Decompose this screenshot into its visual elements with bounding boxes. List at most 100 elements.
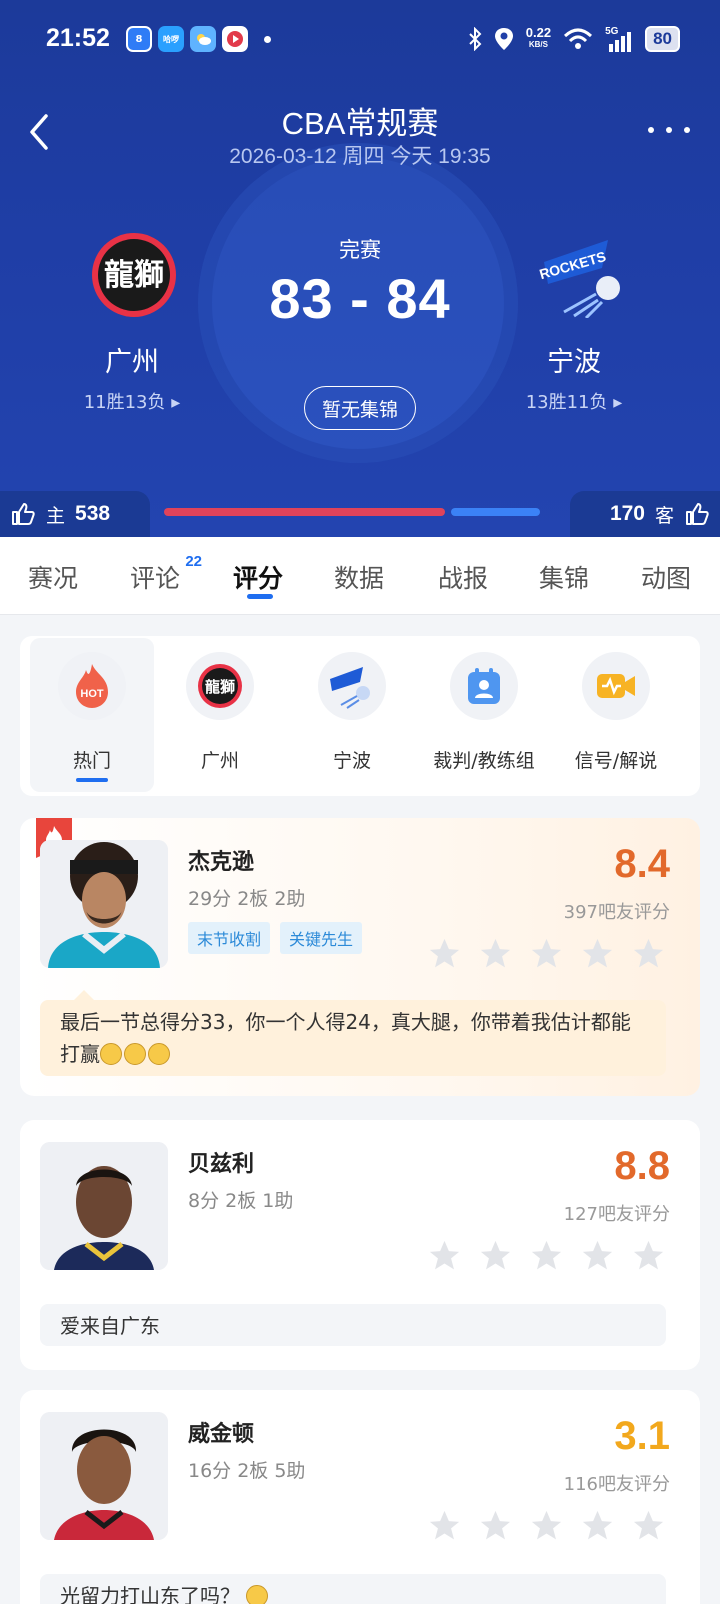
- game-date: 2026-03-12 周四 今天 19:35: [229, 145, 491, 168]
- home-vote-bar: [164, 508, 445, 516]
- status-bar: 21:52 8 哈啰 0.22 KB/S 5G 80: [0, 0, 720, 80]
- player-name: 杰克逊: [188, 850, 255, 875]
- hot-icon: HOT: [58, 652, 126, 720]
- tab-report[interactable]: 战报: [438, 559, 488, 595]
- crying-emoji-icon: [124, 1043, 146, 1065]
- home-like-count: 538: [75, 502, 111, 525]
- more-options-icon[interactable]: [648, 115, 690, 145]
- svg-text:龍獅: 龍獅: [205, 678, 235, 696]
- active-filter-indicator: [76, 778, 108, 782]
- smile-emoji-icon: [246, 1585, 268, 1604]
- star-icon[interactable]: [580, 936, 615, 971]
- hello-app-icon: 哈啰: [158, 26, 184, 52]
- bluetooth-icon: [469, 27, 482, 51]
- broadcast-icon: [582, 652, 650, 720]
- tab-comments[interactable]: 评论 22: [130, 553, 202, 595]
- wifi-icon: [564, 28, 593, 49]
- tab-bar: 赛况 评论 22 评分 数据 战报 集锦 动图: [0, 537, 720, 615]
- player-avatar[interactable]: [40, 840, 168, 968]
- player-avatar[interactable]: [40, 1412, 168, 1540]
- player-avatar[interactable]: [40, 1142, 168, 1270]
- player-rating-card[interactable]: 杰克逊 29分 2板 2助 末节收割 关键先生 8.4 397吧友评分 最后一节…: [20, 818, 700, 1096]
- star-icon[interactable]: [580, 1238, 615, 1273]
- video-app-icon: [222, 26, 248, 52]
- star-icon[interactable]: [427, 1238, 462, 1273]
- ningbo-logo-icon: [318, 652, 386, 720]
- top-comment[interactable]: 光留力打山东了吗？: [40, 1574, 666, 1604]
- away-like-label: 客: [654, 504, 674, 527]
- top-comment[interactable]: 最后一节总得分33，你一个人得24，真大腿，你带着我估计都能打赢: [40, 1000, 666, 1076]
- star-rating-input[interactable]: [427, 1508, 666, 1543]
- top-comment[interactable]: 爱来自广东: [40, 1304, 666, 1346]
- player-rating-card[interactable]: 威金顿 16分 2板 5助 3.1 116吧友评分 光留力打山东了吗？: [20, 1390, 700, 1604]
- player-name: 贝兹利: [188, 1152, 255, 1177]
- player-name: 威金顿: [188, 1422, 255, 1447]
- away-team-name[interactable]: 宁波: [494, 340, 654, 379]
- tab-stats[interactable]: 数据: [334, 559, 384, 595]
- away-like-button[interactable]: 170 客: [570, 491, 720, 537]
- comment-pointer: [74, 990, 94, 1000]
- app-8-icon: 8: [126, 26, 152, 52]
- svg-text:HOT: HOT: [80, 688, 104, 700]
- player-rating-score: 3.1: [614, 1414, 670, 1458]
- rating-count: 116吧友评分: [563, 1474, 670, 1495]
- filter-guangzhou[interactable]: 龍獅 广州: [158, 638, 282, 792]
- referee-icon: [450, 652, 518, 720]
- filter-broadcast[interactable]: 信号/解说: [554, 638, 678, 792]
- star-icon[interactable]: [427, 1508, 462, 1543]
- player-rating-score: 8.4: [614, 842, 670, 886]
- star-icon[interactable]: [529, 1508, 564, 1543]
- home-like-button[interactable]: 主 538: [0, 491, 150, 537]
- star-icon[interactable]: [478, 1508, 513, 1543]
- status-indicators: 0.22 KB/S 5G 80: [468, 26, 680, 52]
- location-icon: [494, 28, 513, 50]
- star-icon[interactable]: [580, 1508, 615, 1543]
- star-rating-input[interactable]: [427, 936, 666, 971]
- star-rating-input[interactable]: [427, 1238, 666, 1273]
- tab-live[interactable]: 赛况: [28, 559, 78, 595]
- player-rating-score: 8.8: [614, 1144, 670, 1188]
- ningbo-team-logo[interactable]: ROCKETS: [538, 232, 634, 318]
- home-like-label: 主: [46, 504, 66, 527]
- highlights-button[interactable]: 暂无集锦: [304, 386, 416, 430]
- filter-hot[interactable]: HOT 热门: [30, 638, 154, 792]
- home-team-record[interactable]: 11胜13负 ▸: [52, 388, 212, 414]
- star-icon[interactable]: [631, 1508, 666, 1543]
- away-vote-bar: [451, 508, 540, 516]
- weather-app-icon: [190, 26, 216, 52]
- away-team-record[interactable]: 13胜11负 ▸: [494, 388, 654, 414]
- star-icon[interactable]: [631, 1238, 666, 1273]
- active-tab-indicator: [247, 594, 273, 599]
- tab-ratings[interactable]: 评分: [233, 559, 283, 595]
- star-icon[interactable]: [478, 1238, 513, 1273]
- filter-referee-coaches[interactable]: 裁判/教练组: [422, 638, 546, 792]
- player-stats: 8分 2板 1助: [188, 1190, 294, 1212]
- star-icon[interactable]: [529, 1238, 564, 1273]
- away-like-count: 170: [609, 502, 645, 525]
- comment-count-badge: 22: [185, 553, 203, 570]
- status-time: 21:52: [46, 24, 110, 52]
- tab-gifs[interactable]: 动图: [641, 559, 691, 595]
- network-speed: 0.22 KB/S: [525, 25, 552, 49]
- star-icon[interactable]: [427, 936, 462, 971]
- player-tags: 末节收割 关键先生: [188, 922, 363, 954]
- tab-highlights[interactable]: 集锦: [539, 559, 589, 595]
- cellular-signal-icon: 5G: [605, 26, 633, 52]
- player-tag[interactable]: 末节收割: [188, 922, 271, 954]
- guangzhou-logo-icon: 龍獅: [186, 652, 254, 720]
- rating-filter-bar: HOT 热门 龍獅 广州 宁波 裁判/教练组 信号/解说: [20, 636, 700, 796]
- player-tag[interactable]: 关键先生: [280, 922, 363, 954]
- home-team-name[interactable]: 广州: [52, 340, 212, 379]
- rating-count: 127吧友评分: [563, 1204, 670, 1225]
- star-icon[interactable]: [529, 936, 564, 971]
- player-rating-card[interactable]: 贝兹利 8分 2板 1助 8.8 127吧友评分 爱来自广东: [20, 1120, 700, 1370]
- notification-dot: [264, 36, 271, 43]
- crying-emoji-icon: [100, 1043, 122, 1065]
- rating-count: 397吧友评分: [563, 902, 670, 923]
- star-icon[interactable]: [631, 936, 666, 971]
- battery-indicator: 80: [645, 26, 680, 52]
- player-stats: 16分 2板 5助: [188, 1460, 306, 1482]
- filter-ningbo[interactable]: 宁波: [290, 638, 414, 792]
- player-stats: 29分 2板 2助: [188, 888, 306, 910]
- star-icon[interactable]: [478, 936, 513, 971]
